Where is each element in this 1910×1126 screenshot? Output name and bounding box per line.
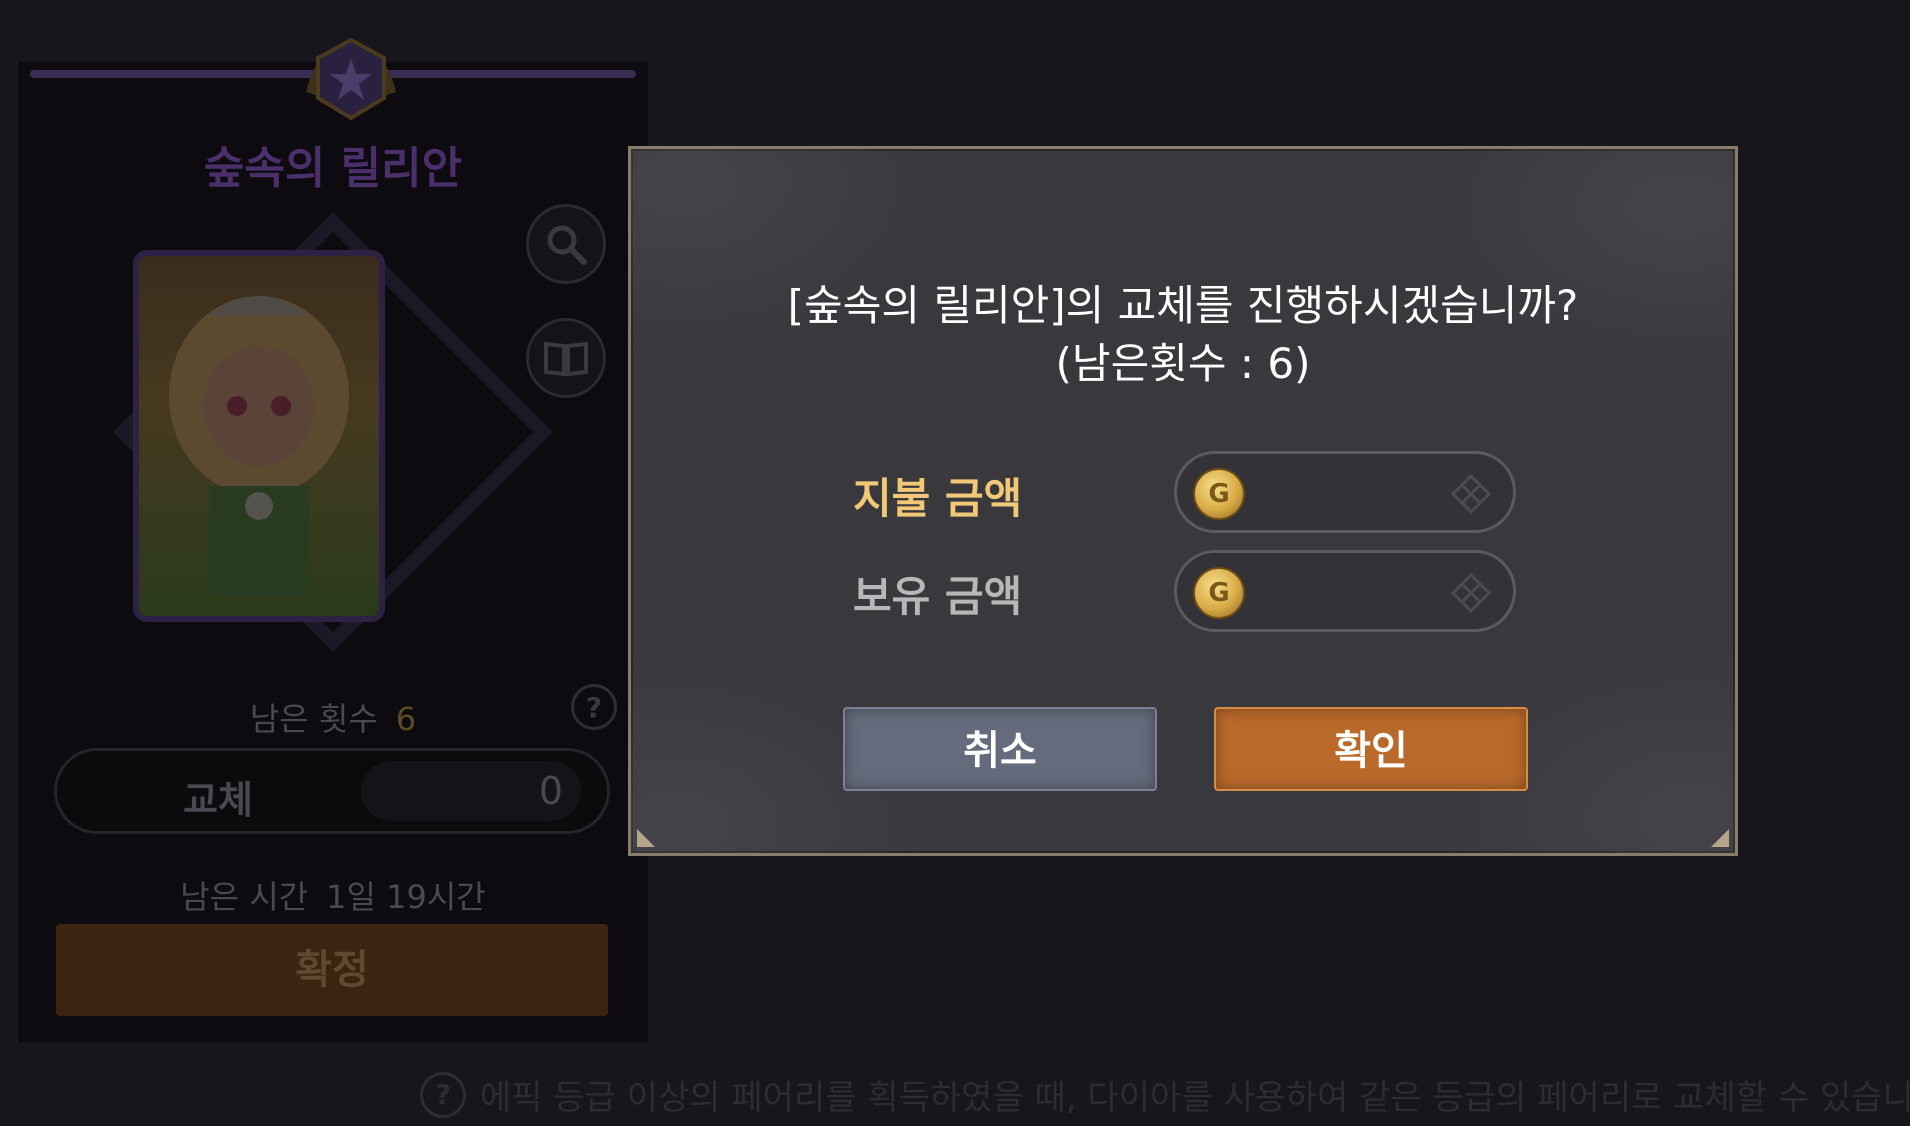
help-icon[interactable]: ? bbox=[571, 684, 617, 730]
character-name: 숲속의 릴리안 bbox=[203, 143, 463, 194]
ok-button[interactable]: 확인 bbox=[1214, 707, 1528, 791]
diamond-placeholder-icon bbox=[1451, 573, 1491, 613]
owned-amount-label: 보유 금액 bbox=[853, 572, 1023, 621]
confirm-button[interactable]: 확정 bbox=[56, 924, 608, 1016]
character-portrait bbox=[133, 250, 385, 622]
remaining-label: 남은 횟수 bbox=[249, 700, 378, 738]
dialog-message-line1: [숲속의 릴리안]의 교체를 진행하시겠습니까? bbox=[787, 281, 1579, 330]
corner-ornament-icon bbox=[1711, 829, 1729, 847]
remaining-count-row: 남은 횟수 6 bbox=[18, 694, 648, 740]
swap-button[interactable]: 교체 0 bbox=[54, 748, 610, 834]
bottom-notice: ? 에픽 등급 이상의 페어리를 획득하였을 때, 다이아를 사용하여 같은 등… bbox=[420, 1070, 1910, 1119]
notice-text: 에픽 등급 이상의 페어리를 획득하였을 때, 다이아를 사용하여 같은 등급의… bbox=[480, 1078, 1910, 1118]
swap-label: 교체 bbox=[183, 778, 253, 822]
gold-coin-icon: G bbox=[1193, 468, 1245, 520]
character-art bbox=[169, 296, 349, 596]
dialog-message-line2: (남은횟수 : 6) bbox=[1055, 339, 1311, 388]
gold-coin-icon: G bbox=[1193, 567, 1245, 619]
dialog-message: [숲속의 릴리안]의 교체를 진행하시겠습니까? (남은횟수 : 6) bbox=[631, 277, 1735, 393]
remaining-value: 6 bbox=[395, 700, 417, 738]
help-icon-bottom: ? bbox=[420, 1071, 466, 1118]
swap-cost: 0 bbox=[361, 761, 581, 821]
swap-confirm-dialog: [숲속의 릴리안]의 교체를 진행하시겠습니까? (남은횟수 : 6) 지불 금… bbox=[628, 146, 1738, 856]
cancel-button[interactable]: 취소 bbox=[843, 707, 1157, 791]
time-label: 남은 시간 bbox=[180, 878, 309, 916]
time-value: 1일 19시간 bbox=[326, 878, 486, 916]
corner-ornament-icon bbox=[637, 829, 655, 847]
character-panel: 숲속의 릴리안 남은 횟수 6 ? 교체 0 남은 시간 1일 19시간 확정 bbox=[18, 37, 648, 1042]
pay-amount-field: G bbox=[1174, 451, 1516, 533]
owned-amount-field: G bbox=[1174, 550, 1516, 632]
star-emblem-icon bbox=[306, 37, 396, 121]
remaining-time-row: 남은 시간 1일 19시간 bbox=[18, 872, 648, 918]
diamond-placeholder-icon bbox=[1451, 474, 1491, 514]
pay-amount-label: 지불 금액 bbox=[853, 474, 1023, 523]
